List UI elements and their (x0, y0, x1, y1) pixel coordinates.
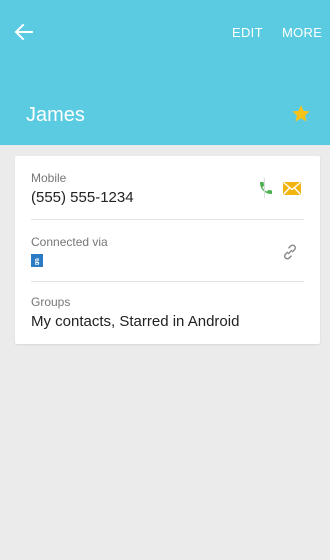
row-divider (31, 219, 304, 220)
link-button[interactable] (281, 243, 299, 261)
link-icon (283, 244, 297, 260)
groups-label: Groups (31, 295, 71, 309)
contact-header: EDIT MORE James (0, 0, 330, 145)
favorite-star-button[interactable] (291, 104, 311, 124)
star-icon (292, 105, 310, 122)
connected-via-label: Connected via (31, 235, 108, 249)
call-button[interactable] (258, 180, 274, 196)
more-button[interactable]: MORE (282, 25, 322, 40)
phone-icon (260, 182, 272, 194)
envelope-icon (283, 181, 301, 195)
contact-name: James (26, 104, 85, 126)
back-button[interactable] (14, 22, 38, 42)
edit-button[interactable]: EDIT (232, 25, 263, 40)
groups-row[interactable]: Groups My contacts, Starred in Android (31, 295, 304, 330)
action-divider (264, 178, 265, 198)
row-divider (31, 281, 304, 282)
groups-value: My contacts, Starred in Android (31, 313, 240, 330)
google-plus-icon: g (31, 254, 43, 267)
contact-details-card: Mobile (555) 555-1234 Connected via g Gr… (15, 156, 320, 344)
connected-via-row: Connected via g (31, 235, 304, 267)
message-button[interactable] (283, 181, 301, 195)
arrow-left-icon (14, 23, 33, 41)
